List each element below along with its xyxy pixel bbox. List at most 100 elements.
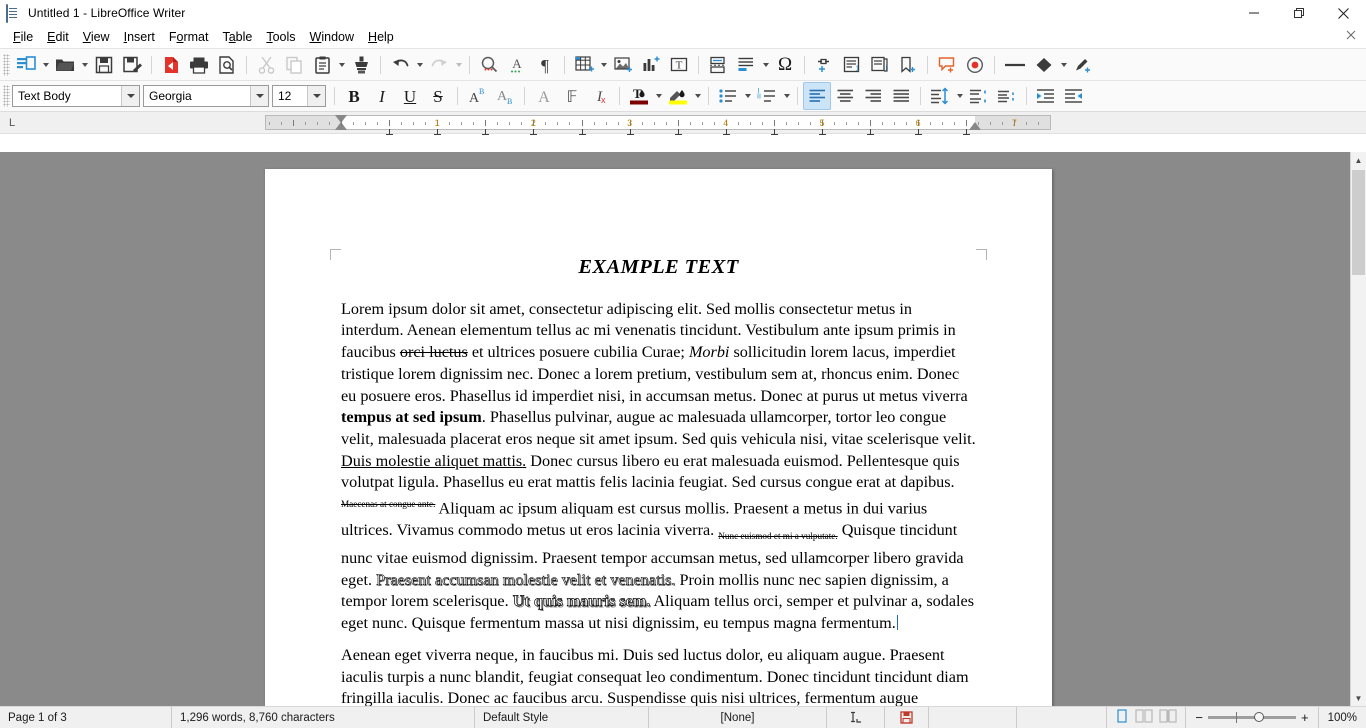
clear-direct-formatting-icon[interactable]: I x [586, 82, 614, 110]
vertical-scrollbar[interactable]: ▲ ▼ [1350, 152, 1366, 706]
document-paragraph-2[interactable]: Aenean eget viverra neque, in faucibus m… [341, 645, 976, 706]
menu-window[interactable]: Window [303, 28, 361, 46]
menu-edit[interactable]: Edit [40, 28, 76, 46]
find-and-replace-icon[interactable] [475, 51, 503, 79]
superscript-icon[interactable]: A B [463, 82, 491, 110]
scrollbar-thumb[interactable] [1352, 170, 1365, 275]
ruler-tab-stop[interactable] [579, 129, 586, 135]
status-selection-mode[interactable] [827, 707, 885, 728]
spelling-icon[interactable]: A [503, 51, 531, 79]
chevron-down-icon[interactable] [250, 86, 268, 106]
insert-bookmark-icon[interactable] [894, 51, 922, 79]
print-icon[interactable] [185, 51, 213, 79]
ruler-tab-stop[interactable] [627, 129, 634, 135]
insert-table-dropdown[interactable] [598, 51, 609, 79]
formatting-marks-icon[interactable]: ¶ [531, 51, 559, 79]
ruler-tab-stop[interactable] [434, 129, 441, 135]
justified-icon[interactable] [887, 82, 915, 110]
zoom-slider-knob[interactable] [1254, 712, 1264, 722]
save-as-icon[interactable] [118, 51, 146, 79]
redo-dropdown[interactable] [453, 51, 464, 79]
zoom-out-button[interactable]: − [1190, 710, 1208, 725]
document-paragraph-1[interactable]: Lorem ipsum dolor sit amet, consectetur … [341, 299, 976, 635]
insert-line-icon[interactable] [1000, 51, 1030, 79]
menu-help[interactable]: Help [361, 28, 401, 46]
open-file-dropdown[interactable] [79, 51, 90, 79]
align-left-icon[interactable] [803, 82, 831, 110]
ruler-tab-stop[interactable] [386, 129, 393, 135]
menu-view[interactable]: View [76, 28, 117, 46]
menu-file[interactable]: File [6, 28, 40, 46]
line-spacing-dropdown[interactable] [954, 82, 965, 110]
clear-formatting-icon[interactable]: A [530, 82, 558, 110]
insert-special-character-icon[interactable]: Ω [771, 51, 799, 79]
copy-icon[interactable] [280, 51, 308, 79]
undo-dropdown[interactable] [414, 51, 425, 79]
insert-chart-icon[interactable] [637, 51, 665, 79]
font-name-combo[interactable]: Georgia [143, 85, 269, 107]
italic-button[interactable]: I [368, 82, 396, 110]
ruler-tab-stop[interactable] [819, 129, 826, 135]
toolbar-grip[interactable] [3, 54, 10, 76]
character-highlighting-icon[interactable] [664, 82, 692, 110]
align-right-icon[interactable] [859, 82, 887, 110]
ruler-tab-stop[interactable] [675, 129, 682, 135]
insert-hyperlink-icon[interactable] [810, 51, 838, 79]
ruler-tab-stop[interactable] [915, 129, 922, 135]
maximize-button[interactable] [1276, 0, 1321, 26]
ruler-tab-stop[interactable] [482, 129, 489, 135]
menu-format[interactable]: Format [162, 28, 216, 46]
status-word-count[interactable]: 1,296 words, 8,760 characters [172, 707, 475, 728]
ruler-tab-stop[interactable] [530, 129, 537, 135]
font-color-dropdown[interactable] [653, 82, 664, 110]
ruler-tab-stop[interactable] [771, 129, 778, 135]
menu-table[interactable]: Table [215, 28, 259, 46]
underline-button[interactable]: U [396, 82, 424, 110]
new-document-dropdown[interactable] [40, 51, 51, 79]
ruler-tab-stop[interactable] [723, 129, 730, 135]
bold-button[interactable]: B [340, 82, 368, 110]
paste-dropdown[interactable] [336, 51, 347, 79]
document-page[interactable]: EXAMPLE TEXT Lorem ipsum dolor sit amet,… [265, 169, 1052, 706]
status-signature[interactable] [929, 707, 1017, 728]
undo-icon[interactable] [386, 51, 414, 79]
horizontal-ruler[interactable]: 1234567 [265, 115, 1051, 130]
close-button[interactable] [1321, 0, 1366, 26]
insert-field-icon[interactable] [732, 51, 760, 79]
unordered-list-icon[interactable] [714, 82, 742, 110]
scroll-down-icon[interactable]: ▼ [1351, 690, 1366, 706]
save-icon[interactable] [90, 51, 118, 79]
status-language[interactable]: [None] [649, 707, 827, 728]
increase-indent-icon[interactable] [1032, 82, 1060, 110]
multi-page-view-icon[interactable] [1135, 709, 1153, 726]
paste-icon[interactable] [308, 51, 336, 79]
basic-shapes-icon[interactable] [1030, 51, 1058, 79]
scroll-up-icon[interactable]: ▲ [1351, 152, 1366, 168]
single-page-view-icon[interactable] [1115, 709, 1129, 726]
strikethrough-button[interactable]: S [424, 82, 452, 110]
book-view-icon[interactable] [1159, 709, 1177, 726]
export-pdf-icon[interactable] [157, 51, 185, 79]
tab-selector[interactable]: L [0, 117, 18, 129]
minimize-button[interactable] [1231, 0, 1276, 26]
status-save-state[interactable] [885, 707, 929, 728]
character-formatting-icon[interactable]: 𝔽 [558, 82, 586, 110]
decrease-paragraph-spacing-icon[interactable] [993, 82, 1021, 110]
paragraph-style-combo[interactable]: Text Body [12, 85, 140, 107]
unordered-list-dropdown[interactable] [742, 82, 753, 110]
close-document-icon[interactable] [1346, 30, 1356, 43]
insert-image-icon[interactable] [609, 51, 637, 79]
ruler-tab-stop[interactable] [963, 129, 970, 135]
document-text-area[interactable]: EXAMPLE TEXT Lorem ipsum dolor sit amet,… [341, 257, 976, 706]
track-changes-icon[interactable] [961, 51, 989, 79]
menu-insert[interactable]: Insert [117, 28, 162, 46]
subscript-icon[interactable]: A B [491, 82, 519, 110]
new-document-icon[interactable] [12, 51, 40, 79]
print-preview-icon[interactable] [213, 51, 241, 79]
highlighting-dropdown[interactable] [692, 82, 703, 110]
insert-field-dropdown[interactable] [760, 51, 771, 79]
line-spacing-icon[interactable] [926, 82, 954, 110]
ordered-list-dropdown[interactable] [781, 82, 792, 110]
font-color-icon[interactable]: T [625, 82, 653, 110]
insert-footnote-icon[interactable]: 1 [838, 51, 866, 79]
